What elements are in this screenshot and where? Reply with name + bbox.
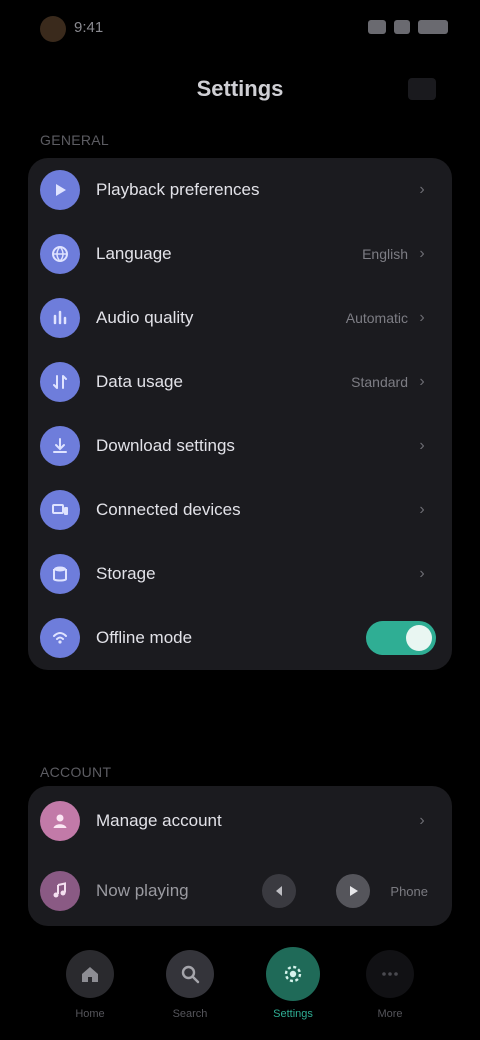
settings-row-label: Manage account: [96, 811, 222, 830]
general-settings-card: Playback preferences › Language English …: [28, 158, 452, 670]
nav-more[interactable]: [366, 950, 414, 998]
toggle-knob: [406, 625, 432, 651]
settings-row-label: Data usage: [96, 372, 183, 391]
settings-row-value: English: [362, 246, 408, 262]
status-bar: 9:41: [0, 0, 480, 52]
settings-row-audio-quality[interactable]: Audio quality Automatic ›: [28, 286, 452, 350]
wifi-icon: [394, 20, 410, 34]
nav-settings[interactable]: [266, 947, 320, 1001]
play-pause-button[interactable]: [336, 874, 370, 908]
mini-player[interactable]: Now playing Phone: [28, 856, 452, 926]
signal-icon: [368, 20, 386, 34]
bottom-nav: Home Search Settings More: [0, 930, 480, 1020]
offline-mode-toggle[interactable]: [366, 621, 436, 655]
chevron-right-icon: ›: [419, 181, 425, 198]
equalizer-icon: [40, 298, 80, 338]
data-icon: [40, 362, 80, 402]
settings-row-label: Audio quality: [96, 308, 194, 327]
settings-row-devices[interactable]: Connected devices ›: [28, 478, 452, 542]
account-card: Manage account › Now playing Phone: [28, 786, 452, 926]
section-label-general: GENERAL: [40, 132, 110, 148]
chevron-right-icon: ›: [419, 565, 425, 582]
search-icon: [181, 965, 200, 984]
home-icon: [82, 967, 98, 982]
chevron-right-icon: ›: [419, 437, 425, 454]
album-art-icon: [40, 871, 80, 911]
settings-row-data-usage[interactable]: Data usage Standard ›: [28, 350, 452, 414]
chevron-right-icon: ›: [419, 245, 425, 262]
previous-button[interactable]: [262, 874, 296, 908]
settings-row-language[interactable]: Language English ›: [28, 222, 452, 286]
nav-label-home: Home: [75, 1008, 105, 1020]
settings-row-label: Language: [96, 244, 172, 263]
settings-row-label: Download settings: [96, 436, 235, 455]
settings-row-account[interactable]: Manage account ›: [28, 786, 452, 856]
nav-home[interactable]: [66, 950, 114, 998]
nav-label-more: More: [377, 1008, 403, 1020]
chevron-right-icon: ›: [419, 501, 425, 518]
settings-row-label: Connected devices: [96, 500, 241, 519]
status-time: 9:41: [74, 19, 104, 36]
settings-row-label: Playback preferences: [96, 180, 260, 199]
settings-row-download[interactable]: Download settings ›: [28, 414, 452, 478]
settings-row-label: Storage: [96, 564, 156, 583]
user-icon: [40, 801, 80, 841]
settings-row-value: Automatic: [345, 310, 408, 326]
nav-search[interactable]: [166, 950, 214, 998]
devices-icon: [40, 490, 80, 530]
settings-row-label: Offline mode: [96, 628, 193, 647]
more-icon: [382, 972, 398, 976]
chevron-right-icon: ›: [419, 373, 425, 390]
storage-icon: [40, 554, 80, 594]
header: Settings: [0, 56, 480, 120]
nav-label-search: Search: [172, 1008, 208, 1020]
globe-icon: [40, 234, 80, 274]
chevron-right-icon: ›: [419, 812, 425, 829]
status-icons: [368, 20, 448, 34]
section-label-account: ACCOUNT: [40, 764, 112, 780]
nav-label-settings: Settings: [273, 1008, 313, 1020]
mini-player-device: Phone: [390, 883, 428, 899]
settings-row-value: Standard: [351, 374, 408, 390]
play-icon: [40, 170, 80, 210]
notification-dot: [40, 16, 66, 42]
settings-row-playback[interactable]: Playback preferences ›: [28, 158, 452, 222]
download-icon: [40, 426, 80, 466]
settings-row-offline-mode: Offline mode: [28, 606, 452, 670]
battery-icon: [418, 20, 448, 34]
chevron-right-icon: ›: [419, 309, 425, 326]
offline-icon: [40, 618, 80, 658]
header-action-button[interactable]: [408, 78, 436, 100]
settings-row-storage[interactable]: Storage ›: [28, 542, 452, 606]
gear-icon: [284, 965, 302, 983]
